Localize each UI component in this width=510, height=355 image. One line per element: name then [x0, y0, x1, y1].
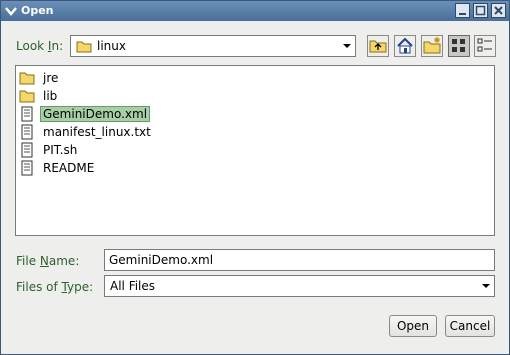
document-icon — [21, 124, 33, 140]
document-icon — [21, 160, 33, 176]
details-view-icon — [477, 38, 492, 52]
home-icon — [397, 37, 413, 54]
file-item-geminidemo[interactable]: GeminiDemo.xml — [19, 105, 151, 123]
details-view-button[interactable] — [474, 35, 496, 57]
maximize-button[interactable] — [473, 3, 488, 18]
file-item-pit[interactable]: PIT.sh — [19, 141, 80, 159]
chevron-down-icon[interactable] — [339, 36, 355, 56]
file-name: README — [43, 161, 95, 175]
file-name-input[interactable]: GeminiDemo.xml — [104, 249, 495, 271]
folder-icon — [19, 72, 35, 85]
file-name: PIT.sh — [43, 143, 78, 157]
file-item-readme[interactable]: README — [19, 159, 97, 177]
file-name-label: File Name: — [16, 254, 80, 268]
list-view-button[interactable] — [448, 35, 470, 57]
file-item-manifest[interactable]: manifest_linux.txt — [19, 123, 154, 141]
window-title: Open — [21, 4, 54, 17]
file-type-label: Files of Type: — [16, 280, 94, 294]
new-folder-icon — [423, 37, 441, 54]
window-menu-icon[interactable] — [3, 3, 19, 19]
up-folder-button[interactable] — [367, 35, 389, 57]
folder-icon — [76, 41, 92, 53]
document-icon — [21, 106, 33, 122]
up-folder-icon — [369, 40, 387, 53]
look-in-combo[interactable]: linux — [70, 35, 356, 57]
look-in-label: Look In: — [16, 39, 64, 53]
file-list[interactable]: jre lib GeminiDemo.xml manifest_linux.tx… — [15, 65, 495, 236]
folder-icon — [19, 90, 35, 103]
file-name: manifest_linux.txt — [43, 125, 151, 139]
file-item-lib[interactable]: lib — [19, 87, 60, 105]
file-name: GeminiDemo.xml — [40, 106, 151, 122]
look-in-value: linux — [97, 39, 126, 53]
home-button[interactable] — [394, 35, 416, 57]
file-item-jre[interactable]: jre — [19, 69, 61, 87]
chevron-down-icon[interactable] — [478, 276, 494, 296]
minimize-button[interactable] — [455, 3, 470, 18]
cancel-button[interactable]: Cancel — [445, 315, 495, 337]
title-bar: Open — [1, 1, 509, 21]
file-name: lib — [43, 89, 58, 103]
file-type-value: All Files — [110, 279, 156, 293]
document-icon — [21, 142, 33, 158]
open-button[interactable]: Open — [389, 315, 437, 337]
open-dialog: Open Look In: linux jre lib GeminiDemo.x… — [0, 0, 510, 355]
file-type-combo[interactable]: All Files — [104, 275, 495, 297]
new-folder-button[interactable] — [421, 35, 443, 57]
close-button[interactable] — [491, 3, 506, 18]
file-name: jre — [43, 71, 59, 85]
list-view-icon — [452, 39, 465, 52]
